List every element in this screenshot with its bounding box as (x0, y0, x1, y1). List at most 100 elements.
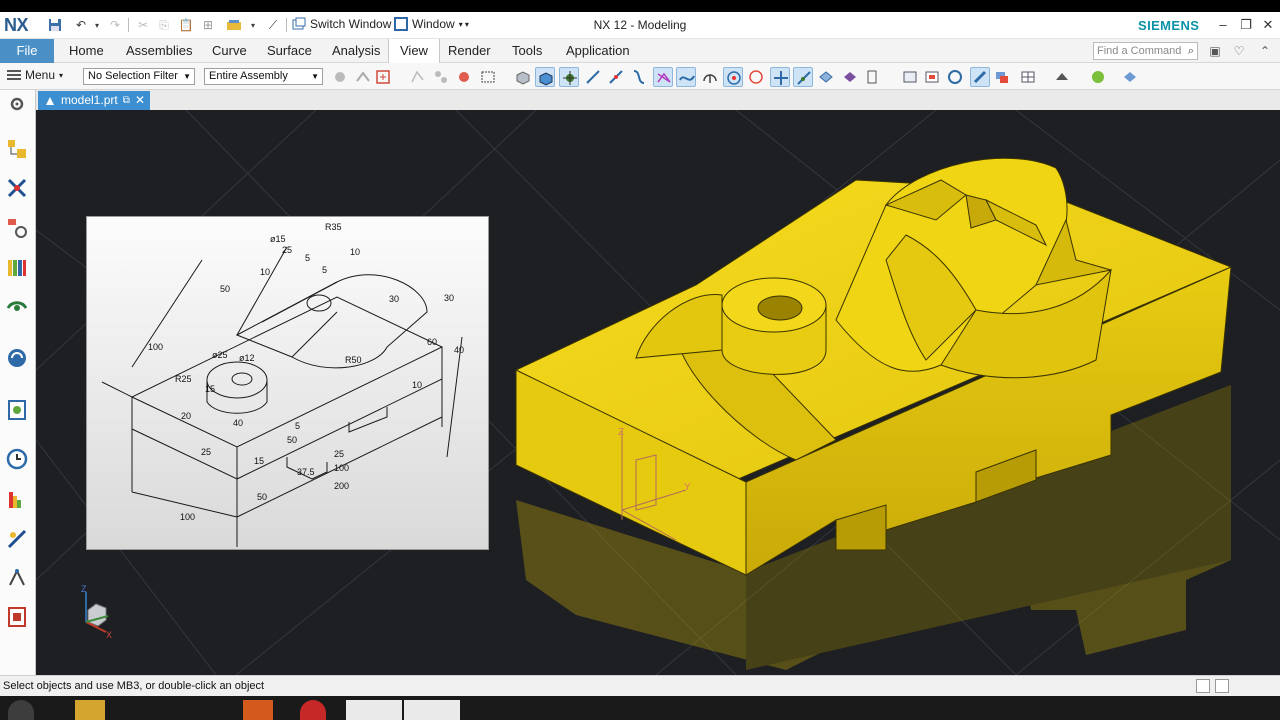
find-command-input[interactable]: Find a Command ⌕ (1093, 42, 1198, 60)
minimize-icon[interactable]: – (1213, 15, 1233, 35)
curve-point-icon[interactable] (676, 67, 696, 87)
part-navigator-icon[interactable] (5, 216, 29, 240)
point-on-face-icon[interactable] (816, 67, 836, 87)
taskbar-app-icon[interactable] (75, 700, 105, 720)
window-menu-button[interactable]: Window ▾ ▾ (394, 17, 469, 31)
fit-view-icon[interactable] (900, 67, 920, 87)
existing-point-icon[interactable] (770, 67, 790, 87)
menu-button[interactable]: Menu ▾ (7, 68, 63, 82)
resource-bar-icon[interactable]: ▣ (1206, 42, 1224, 60)
tab-view[interactable]: View (388, 39, 440, 63)
solid-body-icon[interactable] (513, 67, 533, 87)
tab-assemblies[interactable]: Assemblies (126, 39, 192, 63)
shaded-view-icon[interactable] (535, 67, 555, 87)
visualization-icon[interactable] (1120, 67, 1140, 87)
snap-icon[interactable] (373, 67, 393, 87)
taskbar-explorer-button[interactable] (404, 700, 460, 720)
dim-label: 15 (254, 456, 265, 466)
taskbar-nx-button[interactable] (346, 700, 402, 720)
start-icon[interactable] (8, 700, 34, 720)
selection-scope-value: Entire Assembly (209, 70, 288, 82)
quadrant-point-icon[interactable] (746, 67, 766, 87)
status-fullscreen-icon[interactable] (1215, 679, 1229, 693)
tab-render[interactable]: Render (448, 39, 491, 63)
copy-icon[interactable]: ⎘ (155, 16, 173, 34)
dim-label: R35 (325, 222, 342, 232)
dim-label: ø12 (239, 353, 255, 363)
tab-application[interactable]: Application (566, 39, 630, 63)
system-materials-icon[interactable] (5, 488, 29, 512)
settings-icon[interactable] (5, 92, 29, 116)
favorite-icon[interactable]: ♡ (1230, 42, 1248, 60)
close-document-icon[interactable]: ✕ (135, 91, 145, 110)
constraint-navigator-icon[interactable] (5, 176, 29, 200)
layer-icon[interactable] (992, 67, 1012, 87)
selection-scope-dropdown[interactable]: Entire Assembly ▼ (204, 68, 323, 85)
document-tab[interactable]: model1.prt ⧉ ✕ (38, 91, 150, 110)
rectangle-select-icon[interactable] (478, 67, 498, 87)
os-taskbar (0, 696, 1280, 720)
render-style-icon[interactable] (1018, 67, 1038, 87)
tab-file[interactable]: File (0, 39, 54, 63)
view-triad: Z X (81, 584, 112, 640)
selection-filter-dropdown[interactable]: No Selection Filter ▼ (83, 68, 195, 85)
intersection-icon[interactable] (653, 67, 673, 87)
quick-access-dropdown-icon[interactable]: ▾ (244, 16, 262, 34)
switch-window-label: Switch Window (310, 17, 392, 31)
collapse-ribbon-icon[interactable]: ⌃ (1256, 42, 1274, 60)
save-icon[interactable] (46, 16, 64, 34)
paste-icon[interactable]: 📋 (177, 16, 195, 34)
restore-icon[interactable]: ❐ (1236, 15, 1256, 35)
web-browser-icon[interactable] (5, 346, 29, 370)
snap-point-icon[interactable] (559, 67, 579, 87)
history-icon[interactable] (5, 398, 29, 422)
taskbar-app-icon[interactable] (243, 700, 273, 720)
reuse-library-icon[interactable] (5, 256, 29, 280)
control-point-icon[interactable] (629, 67, 649, 87)
select-feature-icon[interactable] (353, 67, 373, 87)
pan-icon[interactable] (970, 67, 990, 87)
tab-curve[interactable]: Curve (212, 39, 247, 63)
brush-icon[interactable]: ⟋ (264, 16, 282, 34)
delete-icon[interactable]: ⊞ (199, 16, 217, 34)
select-curves-icon[interactable] (408, 67, 428, 87)
quadrant-icon[interactable] (700, 67, 720, 87)
cut-icon[interactable]: ✂ (134, 16, 152, 34)
pole-icon[interactable] (862, 67, 882, 87)
select-bodies-icon[interactable] (454, 67, 474, 87)
document-tab-bar: model1.prt ⧉ ✕ (36, 90, 1280, 110)
assembly-navigator-icon[interactable] (5, 137, 29, 161)
close-icon[interactable]: ✕ (1258, 15, 1278, 35)
taskbar-app-icon[interactable] (300, 700, 326, 720)
bounded-grid-icon[interactable] (840, 67, 860, 87)
edge-display-icon[interactable] (1052, 67, 1072, 87)
process-studio-icon[interactable] (5, 527, 29, 551)
tab-home[interactable]: Home (69, 39, 104, 63)
zoom-icon[interactable] (922, 67, 942, 87)
point-on-curve-icon[interactable] (793, 67, 813, 87)
arc-center-icon[interactable] (723, 67, 743, 87)
background-icon[interactable] (1088, 67, 1108, 87)
dim-label: 25 (334, 449, 345, 459)
tab-tools[interactable]: Tools (512, 39, 542, 63)
end-point-icon[interactable] (583, 67, 603, 87)
status-grid-icon[interactable] (1196, 679, 1210, 693)
touch-mode-icon[interactable] (225, 16, 243, 34)
tab-analysis[interactable]: Analysis (332, 39, 380, 63)
switch-window-button[interactable]: Switch Window (292, 17, 391, 31)
roles-icon[interactable] (5, 605, 29, 629)
select-faces-icon[interactable] (431, 67, 451, 87)
svg-text:Z: Z (618, 427, 624, 438)
undo-dropdown-icon[interactable]: ▾ (88, 16, 106, 34)
dim-label: ø25 (212, 350, 228, 360)
manufacturing-wizard-icon[interactable] (5, 566, 29, 590)
mid-point-icon[interactable] (606, 67, 626, 87)
clock-icon[interactable] (5, 447, 29, 471)
redo-icon[interactable]: ↷ (106, 16, 124, 34)
tab-surface[interactable]: Surface (267, 39, 312, 63)
rotate-icon[interactable] (945, 67, 965, 87)
graphics-window[interactable]: Z Y R35 ø15 25 5 10 10 5 50 30 30 100 ø2… (36, 110, 1280, 675)
dim-label: R25 (175, 374, 192, 384)
general-object-icon[interactable] (330, 67, 350, 87)
hd3d-tools-icon[interactable] (5, 295, 29, 319)
